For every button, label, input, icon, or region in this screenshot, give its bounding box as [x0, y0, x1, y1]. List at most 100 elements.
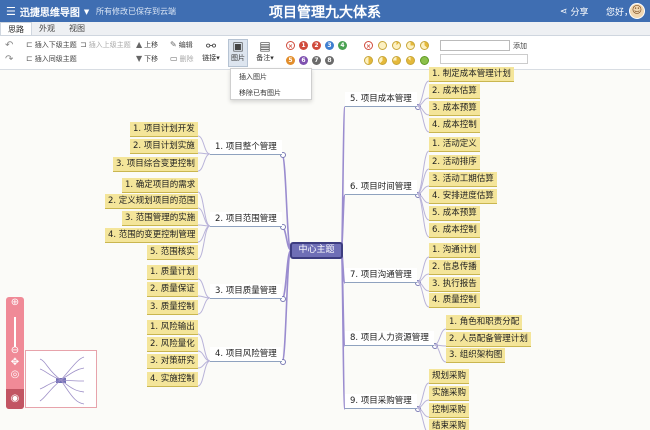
subtopic-item[interactable]: 2. 风险量化: [147, 337, 198, 352]
priority-6-icon[interactable]: 6: [299, 56, 308, 65]
top-bar: ☰ 迅捷思维导图 ▼ 所有修改已保存到云端 项目管理九大体系 ⋖ 分享 您好， …: [0, 0, 650, 22]
zoom-slider[interactable]: [14, 317, 16, 347]
subtopic-item[interactable]: 4. 质量控制: [429, 293, 480, 308]
priority-8-icon[interactable]: 8: [325, 56, 334, 65]
subtopic-item[interactable]: 2. 人员配备管理计划: [446, 332, 531, 347]
subtopic-item[interactable]: 1. 制定成本管理计划: [429, 67, 514, 82]
insert-parent-button[interactable]: ⊐ 插入上级主题: [80, 40, 131, 50]
hand-icon[interactable]: ✥: [6, 357, 24, 369]
subtopic-item[interactable]: 2. 信息传播: [429, 260, 480, 275]
subtopic-item[interactable]: 1. 质量计划: [147, 265, 198, 280]
main-topic-right[interactable]: 5. 项目成本管理: [345, 92, 417, 107]
insert-child-button[interactable]: ⊏ 插入下级主题: [26, 40, 77, 50]
subtopic-item[interactable]: 3. 组织架构图: [446, 348, 506, 363]
link-button[interactable]: ⚯ 链接▾: [200, 40, 222, 63]
subtopic-item[interactable]: 3. 活动工期估算: [429, 172, 497, 187]
tab-appearance[interactable]: 外观: [32, 22, 62, 35]
priority-7-icon[interactable]: 7: [312, 56, 321, 65]
main-topic-right[interactable]: 9. 项目采购管理: [345, 394, 417, 409]
subtopic-item[interactable]: 3. 执行报告: [429, 277, 480, 292]
subtopic-item[interactable]: 4. 实施控制: [147, 372, 198, 387]
move-up-button[interactable]: ▲ 上移: [136, 40, 158, 50]
subtopic-item[interactable]: 实施采购: [429, 386, 470, 401]
priority-1-icon[interactable]: 1: [299, 41, 308, 50]
locate-icon[interactable]: ◎: [6, 369, 24, 381]
remove-image-item[interactable]: 移除已有图片: [231, 85, 311, 101]
image-icon: ▣: [232, 39, 244, 53]
subtopic-item[interactable]: 2. 活动排序: [429, 155, 480, 170]
brand-menu[interactable]: ☰ 迅捷思维导图 ▼: [6, 4, 89, 19]
subtopic-item[interactable]: 控制采购: [429, 403, 470, 418]
subtopic-item[interactable]: 4. 安排进度估算: [429, 189, 497, 204]
insert-sibling-button[interactable]: ⊏ 插入同级主题: [26, 54, 77, 64]
tab-ideas[interactable]: 思路: [0, 22, 32, 35]
subtopic-item[interactable]: 1. 项目计划开发: [130, 122, 198, 137]
zoom-in-icon[interactable]: ⊕: [6, 297, 24, 309]
progress-1-icon[interactable]: [392, 41, 401, 50]
minimap[interactable]: [25, 350, 97, 408]
main-topic-left[interactable]: 1. 项目整个管理: [210, 140, 282, 155]
subtopic-item[interactable]: 3. 范围管理的实施: [122, 211, 199, 226]
subtopic-item[interactable]: 5. 范围核实: [147, 245, 198, 260]
main-topic-left[interactable]: 3. 项目质量管理: [210, 284, 282, 299]
priority-5-icon[interactable]: 5: [286, 56, 295, 65]
eye-icon[interactable]: ◉: [6, 389, 24, 409]
edit-button[interactable]: ✎ 编辑: [170, 40, 193, 50]
image-button[interactable]: ▣ 图片: [228, 39, 248, 67]
progress-6-icon[interactable]: [392, 56, 401, 65]
subtopic-item[interactable]: 3. 质量控制: [147, 300, 198, 315]
subtopic-item[interactable]: 1. 角色和职责分配: [446, 315, 523, 330]
insert-sibling-icon: ⊏: [26, 54, 33, 63]
share-button[interactable]: ⋖ 分享: [560, 5, 589, 19]
subtopic-item[interactable]: 1. 风险输出: [147, 320, 198, 335]
progress-5-icon[interactable]: [378, 56, 387, 65]
progress-8-icon[interactable]: [420, 56, 429, 65]
center-topic[interactable]: 中心主题: [290, 242, 343, 259]
move-down-button[interactable]: ▼ 下移: [136, 54, 158, 64]
main-topic-left[interactable]: 2. 项目范围管理: [210, 212, 282, 227]
priority-2-icon[interactable]: 2: [312, 41, 321, 50]
subtopic-item[interactable]: 2. 项目计划实施: [130, 139, 198, 154]
menu-icon: ☰: [6, 5, 16, 18]
subtopic-item[interactable]: 3. 项目综合变更控制: [113, 157, 198, 172]
subtopic-item[interactable]: 规划采购: [429, 369, 470, 384]
priority-4-icon[interactable]: 4: [338, 41, 347, 50]
subtopic-item[interactable]: 3. 对策研究: [147, 354, 198, 369]
note-button[interactable]: ▤ 备注▾: [254, 40, 276, 63]
add-button[interactable]: 添加: [513, 41, 527, 51]
priority-3-icon[interactable]: 3: [325, 41, 334, 50]
subtopic-item[interactable]: 3. 成本预算: [429, 101, 480, 116]
subtopic-item[interactable]: 6. 成本控制: [429, 223, 480, 238]
subtopic-item[interactable]: 结束采购: [429, 419, 470, 430]
insert-image-item[interactable]: 插入图片: [231, 69, 311, 85]
subtopic-item[interactable]: 1. 沟通计划: [429, 243, 480, 258]
tab-view[interactable]: 视图: [62, 22, 92, 35]
progress-3-icon[interactable]: [420, 41, 429, 50]
progress-7-icon[interactable]: [406, 56, 415, 65]
note-label: 备注: [256, 54, 271, 62]
minimap-preview: [39, 356, 85, 405]
subtopic-item[interactable]: 1. 活动定义: [429, 137, 480, 152]
search-input[interactable]: [440, 40, 510, 51]
undo-icon[interactable]: ↶: [5, 40, 13, 51]
progress-clear-icon[interactable]: ×: [364, 41, 373, 50]
subtopic-item[interactable]: 2. 质量保证: [147, 282, 198, 297]
progress-2-icon[interactable]: [406, 41, 415, 50]
subtopic-item[interactable]: 1. 确定项目的需求: [122, 178, 199, 193]
main-topic-right[interactable]: 8. 项目人力资源管理: [345, 331, 434, 346]
subtopic-item[interactable]: 4. 成本控制: [429, 118, 480, 133]
subtopic-item[interactable]: 2. 成本估算: [429, 84, 480, 99]
main-topic-right[interactable]: 6. 项目时间管理: [345, 180, 417, 195]
tag-list[interactable]: [440, 54, 528, 64]
delete-button[interactable]: ▭ 删除: [170, 54, 194, 64]
redo-icon[interactable]: ↷: [5, 54, 13, 65]
priority-clear-icon[interactable]: ×: [286, 41, 295, 50]
main-topic-left[interactable]: 4. 项目风险管理: [210, 347, 282, 362]
avatar[interactable]: ☺: [629, 3, 645, 19]
subtopic-item[interactable]: 2. 定义规划项目的范围: [105, 194, 199, 209]
subtopic-item[interactable]: 4. 范围的变更控制管理: [105, 228, 199, 243]
progress-0-icon[interactable]: [378, 41, 387, 50]
progress-4-icon[interactable]: [364, 56, 373, 65]
subtopic-item[interactable]: 5. 成本预算: [429, 206, 480, 221]
main-topic-right[interactable]: 7. 项目沟通管理: [345, 268, 417, 283]
